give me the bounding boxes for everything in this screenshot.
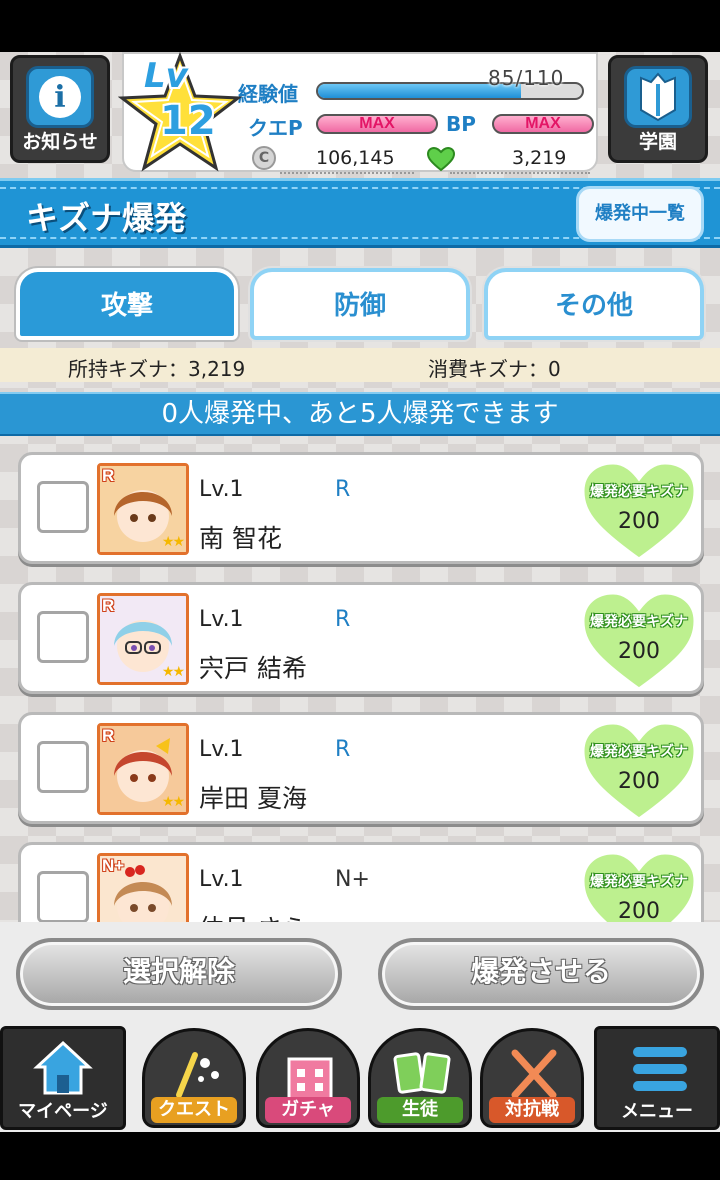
required-kizuna-label: 爆発必要キズナ <box>590 614 688 630</box>
page-title: キズナ爆発 <box>26 199 187 237</box>
character-portrait: N+ ★★ <box>97 853 189 922</box>
kizuna-underline <box>450 172 590 174</box>
character-list[interactable]: R ★★ Lv.1 R 南 智花 爆発必要キズナ 200 R ★★ Lv.1 R… <box>0 446 720 922</box>
quest-point-label: クエP <box>248 116 303 140</box>
nav-mypage[interactable]: マイページ <box>0 1026 126 1130</box>
wand-icon <box>176 1052 219 1098</box>
kizuna-points: 3,219 <box>512 147 567 169</box>
bp-max: MAX <box>492 114 594 134</box>
nav-menu[interactable]: メニュー <box>594 1026 720 1130</box>
list-item[interactable]: R ★★ Lv.1 R 南 智花 爆発必要キズナ 200 <box>18 452 704 564</box>
character-rarity: R <box>335 477 351 502</box>
consumed-kizuna: 消費キズナ：0 <box>428 357 561 381</box>
exp-text: 85/110 <box>488 66 565 90</box>
list-item[interactable]: R ★★ Lv.1 R 宍戸 結希 爆発必要キズナ 200 <box>18 582 704 694</box>
character-name: 南 智花 <box>199 524 282 553</box>
academy-shield-icon <box>624 66 692 128</box>
nav-quest[interactable]: クエスト <box>142 1028 246 1128</box>
home-icon <box>33 1040 93 1095</box>
select-checkbox[interactable] <box>37 611 89 663</box>
select-checkbox[interactable] <box>37 871 89 922</box>
notice-label: お知らせ <box>22 131 98 153</box>
quest-point-max: MAX <box>316 114 438 134</box>
star-rating: ★★ <box>161 534 185 550</box>
cards-icon <box>393 1052 451 1094</box>
rarity-badge: R <box>102 726 115 745</box>
required-kizuna-value: 200 <box>618 509 660 534</box>
rarity-badge: R <box>102 596 115 615</box>
required-kizuna-label: 爆発必要キズナ <box>590 744 688 760</box>
nav-mypage-label: マイページ <box>18 1101 108 1122</box>
nav-pvp[interactable]: 対抗戦 <box>480 1028 584 1128</box>
nav-quest-label: クエスト <box>151 1097 237 1123</box>
owned-kizuna: 所持キズナ：3,219 <box>68 357 246 381</box>
required-kizuna-heart: 爆発必要キズナ 200 <box>577 589 701 693</box>
tab-attack[interactable]: 攻撃 <box>16 268 238 340</box>
kizuna-summary: 所持キズナ：3,219 消費キズナ：0 <box>0 348 720 382</box>
character-portrait: R ★★ <box>97 463 189 555</box>
explode-button[interactable]: 爆発させる <box>378 938 704 1010</box>
list-item[interactable]: R ★★ Lv.1 R 岸田 夏海 爆発必要キズナ 200 <box>18 712 704 824</box>
coin-amount: 106,145 <box>316 147 395 169</box>
select-checkbox[interactable] <box>37 741 89 793</box>
character-level: Lv.1 <box>199 867 244 892</box>
character-portrait: R ★★ <box>97 593 189 685</box>
list-item[interactable]: N+ ★★ Lv.1 N+ 仲月 さら 爆発必要キズナ 200 <box>18 842 704 922</box>
exploding-list-button[interactable]: 爆発中一覧 <box>576 186 704 242</box>
gacha-building-icon <box>287 1057 333 1101</box>
character-level: Lv.1 <box>199 737 244 762</box>
character-name: 仲月 さら <box>199 909 307 922</box>
level-prefix: Lv <box>144 56 188 96</box>
nav-gacha-label: ガチャ <box>265 1097 351 1123</box>
info-icon: i <box>26 66 94 128</box>
crossed-swords-icon <box>511 1049 557 1099</box>
star-rating: ★★ <box>161 794 185 810</box>
character-rarity: R <box>335 737 351 762</box>
nav-students[interactable]: 生徒 <box>368 1028 472 1128</box>
required-kizuna-heart: 爆発必要キズナ 200 <box>577 849 701 922</box>
tab-defense[interactable]: 防御 <box>250 268 470 340</box>
required-kizuna-value: 200 <box>618 769 660 794</box>
nav-pvp-label: 対抗戦 <box>489 1097 575 1123</box>
required-kizuna-value: 200 <box>618 899 660 922</box>
bottom-nav: マイページ クエスト ガチャ 生徒 対抗戦 メニュー <box>0 1022 720 1132</box>
academy-label: 学園 <box>638 131 677 153</box>
required-kizuna-label: 爆発必要キズナ <box>590 484 688 500</box>
character-rarity: N+ <box>335 867 370 892</box>
tab-other[interactable]: その他 <box>484 268 704 340</box>
academy-button[interactable]: 学園 <box>608 55 708 163</box>
nav-students-label: 生徒 <box>377 1097 463 1123</box>
character-level: Lv.1 <box>199 607 244 632</box>
coin-underline <box>280 172 414 174</box>
hamburger-menu-icon <box>633 1047 687 1091</box>
character-portrait: R ★★ <box>97 723 189 815</box>
required-kizuna-label: 爆発必要キズナ <box>590 874 688 890</box>
notice-button[interactable]: i お知らせ <box>10 55 110 163</box>
star-rating: ★★ <box>161 664 185 680</box>
rarity-badge: R <box>102 466 115 485</box>
required-kizuna-heart: 爆発必要キズナ 200 <box>577 719 701 823</box>
character-level: Lv.1 <box>199 477 244 502</box>
explode-status-banner: 0人爆発中、あと5人爆発できます <box>0 392 720 436</box>
character-name: 宍戸 結希 <box>199 654 307 683</box>
deselect-button[interactable]: 選択解除 <box>16 938 342 1010</box>
exp-label: 経験値 <box>238 82 298 106</box>
action-bar: 選択解除 爆発させる <box>0 922 720 1022</box>
heart-icon <box>426 146 456 172</box>
character-name: 岸田 夏海 <box>199 784 307 813</box>
required-kizuna-heart: 爆発必要キズナ 200 <box>577 459 701 563</box>
nav-gacha[interactable]: ガチャ <box>256 1028 360 1128</box>
rarity-badge: N+ <box>102 856 125 875</box>
bp-label: BP <box>446 112 476 136</box>
nav-menu-label: メニュー <box>621 1101 693 1122</box>
required-kizuna-value: 200 <box>618 639 660 664</box>
select-checkbox[interactable] <box>37 481 89 533</box>
screen: i お知らせ 経験値 85/110 クエP MAX BP MAX C 106,1… <box>0 0 720 1180</box>
coin-icon: C <box>252 146 276 170</box>
level-value: 12 <box>160 98 216 144</box>
character-rarity: R <box>335 607 351 632</box>
